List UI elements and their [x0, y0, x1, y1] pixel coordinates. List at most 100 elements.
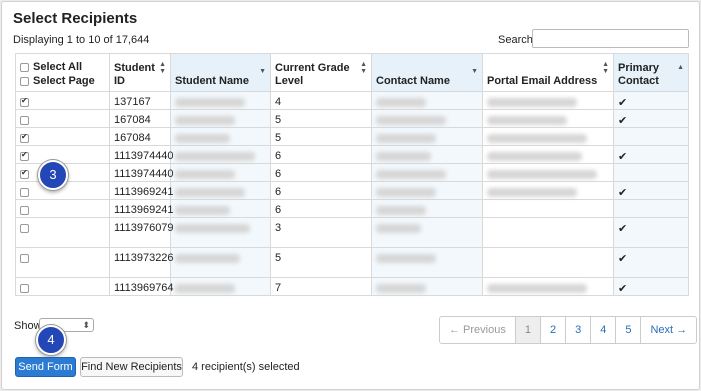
- column-label: Student Name: [175, 75, 249, 87]
- redacted-text: [175, 115, 235, 125]
- row-checkbox[interactable]: [20, 132, 29, 143]
- student-id-cell: 1113969241: [109, 181, 174, 200]
- table-row[interactable]: 1113969241 6 ✔: [15, 181, 689, 200]
- row-checkbox[interactable]: [20, 115, 29, 125]
- portal-email-cell: [482, 247, 614, 278]
- primary-contact-cell: ✔: [613, 247, 689, 278]
- row-checkbox[interactable]: [20, 168, 29, 179]
- row-checkbox[interactable]: [20, 96, 29, 107]
- student-name-cell: [170, 181, 271, 200]
- redacted-text: [487, 133, 587, 143]
- row-select-cell[interactable]: [15, 109, 110, 128]
- row-select-cell[interactable]: [15, 91, 110, 110]
- pagination-page[interactable]: 2: [541, 317, 567, 343]
- contact-name-cell: [371, 145, 483, 164]
- sort-desc-icon: ▼: [471, 68, 478, 75]
- student-id-cell: 1113969241: [109, 199, 174, 218]
- pagination-next[interactable]: Next →: [641, 317, 696, 343]
- student-id-cell: 1113974440: [109, 145, 174, 164]
- row-checkbox[interactable]: [20, 150, 29, 161]
- column-header-portal-email[interactable]: Portal Email Address ▲ ▼: [482, 53, 614, 92]
- row-checkbox[interactable]: [20, 223, 29, 233]
- row-checkbox[interactable]: [20, 253, 29, 263]
- redacted-text: [376, 133, 436, 143]
- redacted-text: [175, 283, 235, 293]
- select-header: Select All Select Page: [15, 53, 110, 92]
- table-row[interactable]: 167084 5: [15, 127, 689, 146]
- sort-both-icon: ▲ ▼: [159, 61, 166, 75]
- pagination-page[interactable]: 1: [515, 317, 541, 343]
- search-input[interactable]: [532, 29, 689, 48]
- pagination-page[interactable]: 4: [591, 317, 617, 343]
- column-label: Contact Name: [376, 75, 450, 87]
- selected-count: 4 recipient(s) selected: [192, 361, 300, 373]
- row-select-cell[interactable]: [15, 247, 110, 278]
- portal-email-cell: [482, 145, 614, 164]
- pagination-previous[interactable]: ← Previous: [440, 317, 516, 343]
- row-select-cell[interactable]: [15, 277, 110, 296]
- pagination-page[interactable]: 5: [616, 317, 642, 343]
- search-label: Search: [498, 34, 533, 46]
- grade-level-cell: 4: [270, 91, 372, 110]
- select-page-option[interactable]: Select Page: [20, 74, 105, 88]
- grade-level-cell: 5: [270, 127, 372, 146]
- student-name-cell: [170, 145, 271, 164]
- redacted-text: [376, 169, 446, 179]
- show-label: Show: [14, 320, 42, 332]
- student-name-cell: [170, 91, 271, 110]
- contact-name-cell: [371, 199, 483, 218]
- step-callout: 3: [38, 160, 68, 190]
- table-row[interactable]: 1113969241 6: [15, 199, 689, 218]
- redacted-text: [376, 283, 426, 293]
- select-page-checkbox[interactable]: [20, 76, 29, 86]
- select-all-option[interactable]: Select All: [20, 60, 105, 74]
- redacted-text: [376, 97, 426, 107]
- redacted-text: [376, 151, 431, 161]
- grade-level-cell: 6: [270, 163, 372, 182]
- row-checkbox[interactable]: [20, 283, 29, 293]
- student-id-cell: 1113969764: [109, 277, 174, 296]
- find-new-recipients-button[interactable]: Find New Recipients: [80, 357, 183, 377]
- table-row[interactable]: 167084 5 ✔: [15, 109, 689, 128]
- student-name-cell: [170, 217, 271, 248]
- redacted-text: [175, 151, 255, 161]
- row-select-cell[interactable]: [15, 199, 110, 218]
- table-row[interactable]: 1113973226 5 ✔: [15, 247, 689, 278]
- row-select-cell[interactable]: [15, 217, 110, 248]
- column-header-student-id[interactable]: Student ID ▲ ▼: [109, 53, 171, 92]
- select-recipients-panel: Select Recipients Displaying 1 to 10 of …: [1, 1, 700, 390]
- column-label: Current Grade Level: [275, 62, 350, 87]
- contact-name-cell: [371, 109, 483, 128]
- send-form-button[interactable]: Send Form: [15, 357, 76, 377]
- table-row[interactable]: 1113974440 6: [15, 163, 689, 182]
- column-header-grade-level[interactable]: Current Grade Level ▲ ▼: [270, 53, 372, 92]
- portal-email-cell: [482, 91, 614, 110]
- page-title: Select Recipients: [13, 10, 138, 27]
- portal-email-cell: [482, 277, 614, 296]
- row-select-cell[interactable]: [15, 127, 110, 146]
- student-id-cell: 167084: [109, 127, 171, 146]
- sort-desc-icon: ▼: [259, 68, 266, 75]
- row-select-cell[interactable]: [15, 145, 110, 164]
- redacted-text: [376, 115, 446, 125]
- student-name-cell: [170, 163, 271, 182]
- row-checkbox[interactable]: [20, 205, 29, 215]
- column-header-student-name[interactable]: Student Name ▼: [170, 53, 271, 92]
- select-all-checkbox[interactable]: [20, 62, 29, 72]
- pagination-page[interactable]: 3: [566, 317, 592, 343]
- table-row[interactable]: 1113974440 6 ✔: [15, 145, 689, 164]
- table-row[interactable]: 1113976079 3 ✔: [15, 217, 689, 248]
- redacted-text: [376, 205, 426, 215]
- table-row[interactable]: 137167 4 ✔: [15, 91, 689, 110]
- primary-contact-cell: ✔: [613, 145, 689, 164]
- column-header-primary-contact[interactable]: Primary Contact ▲: [613, 53, 689, 92]
- portal-email-cell: [482, 181, 614, 200]
- primary-contact-cell: ✔: [613, 91, 689, 110]
- primary-contact-cell: ✔: [613, 181, 689, 200]
- row-checkbox[interactable]: [20, 187, 29, 197]
- table-row[interactable]: 1113969764 7 ✔: [15, 277, 689, 296]
- redacted-text: [487, 115, 567, 125]
- student-name-cell: [170, 109, 271, 128]
- redacted-text: [487, 169, 597, 179]
- column-header-contact-name[interactable]: Contact Name ▼: [371, 53, 483, 92]
